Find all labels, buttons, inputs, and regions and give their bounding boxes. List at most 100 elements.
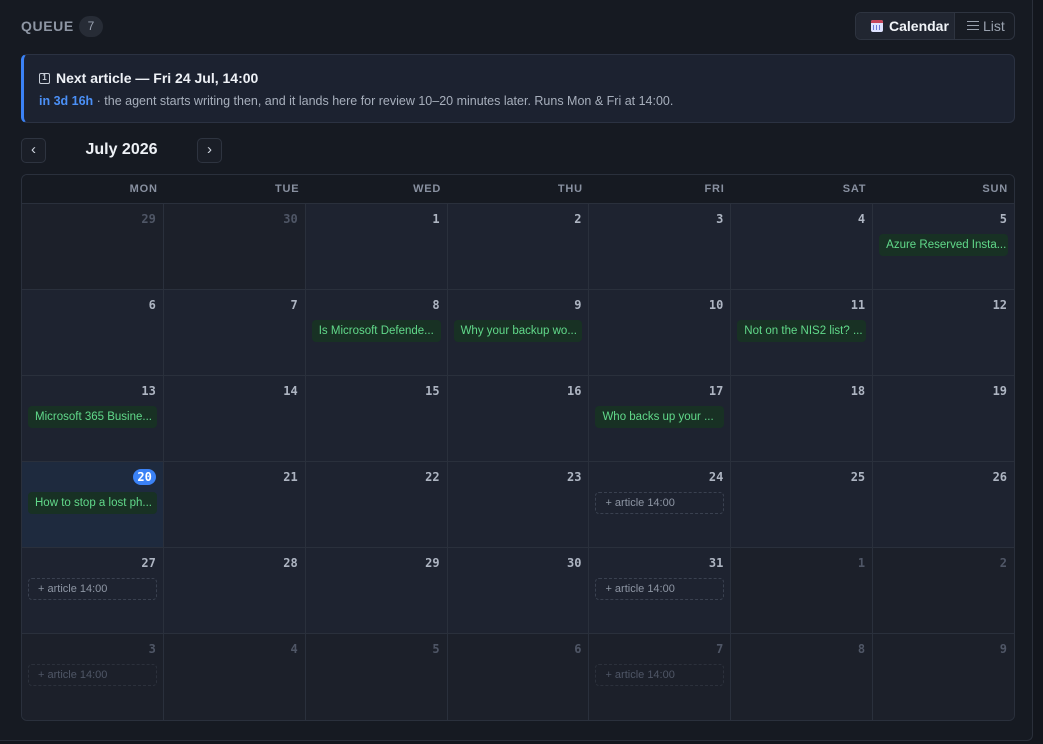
week-row: 3 + article 14:00 4 5 6 7 + article 14:00 8 9 <box>22 634 1014 720</box>
scheduled-article-chip[interactable]: Who backs up your ... <box>595 406 725 428</box>
day-cell[interactable]: 28 <box>163 548 306 633</box>
day-cell[interactable]: 30 <box>447 548 590 633</box>
day-number: 31 <box>708 556 724 570</box>
day-number: 15 <box>425 384 440 398</box>
day-number: 10 <box>708 298 724 312</box>
day-number: 2 <box>999 556 1008 570</box>
day-number: 29 <box>141 212 156 226</box>
queue-title: QUEUE <box>21 18 74 34</box>
day-cell[interactable]: 6 <box>447 634 590 720</box>
scheduled-article-chip[interactable]: Microsoft 365 Busine... <box>28 406 157 428</box>
day-cell[interactable]: 1 <box>305 204 448 289</box>
add-article-slot[interactable]: + article 14:00 <box>595 578 725 600</box>
day-cell[interactable]: 10 <box>589 290 732 375</box>
day-cell[interactable]: 17 Who backs up your ... <box>589 376 732 461</box>
day-cell[interactable]: 19 <box>873 376 1014 461</box>
day-number: 3 <box>148 642 156 656</box>
list-view-button[interactable]: List <box>955 13 1014 39</box>
day-cell[interactable]: 6 <box>22 290 164 375</box>
day-cell[interactable]: 29 <box>22 204 164 289</box>
day-number: 21 <box>283 470 298 484</box>
day-cell[interactable]: 14 <box>163 376 306 461</box>
next-month-button[interactable]: › <box>197 138 222 163</box>
day-cell[interactable]: 8 <box>731 634 874 720</box>
day-cell[interactable]: 18 <box>731 376 874 461</box>
day-cell[interactable]: 4 <box>163 634 306 720</box>
day-cell[interactable]: 21 <box>163 462 306 547</box>
list-view-label: List <box>983 18 1005 34</box>
day-cell[interactable]: 1 <box>731 548 874 633</box>
list-icon <box>967 21 979 31</box>
day-number: 20 <box>133 469 156 485</box>
queue-count-badge: 7 <box>79 16 103 37</box>
weekday-tue: TUE <box>275 183 300 195</box>
day-cell[interactable]: 7 + article 14:00 <box>589 634 732 720</box>
week-row: 29 30 1 2 3 4 5 Azure Reserved Insta... <box>22 204 1014 290</box>
day-number: 2 <box>574 212 582 226</box>
day-number: 18 <box>850 384 866 398</box>
day-number: 7 <box>716 642 724 656</box>
banner-description: · the agent starts writing then, and it … <box>93 94 674 108</box>
day-cell[interactable]: 2 <box>873 548 1014 633</box>
day-cell[interactable]: 5 Azure Reserved Insta... <box>873 204 1014 289</box>
day-cell[interactable]: 23 <box>447 462 590 547</box>
calendar-icon <box>871 20 883 32</box>
week-row: 13 Microsoft 365 Busine... 14 15 16 17 Who bac… <box>22 376 1014 462</box>
day-cell[interactable]: 25 <box>731 462 874 547</box>
day-number: 5 <box>432 642 440 656</box>
day-cell[interactable]: 4 <box>731 204 874 289</box>
day-number: 30 <box>566 556 582 570</box>
day-number: 28 <box>283 556 298 570</box>
day-cell[interactable]: 15 <box>305 376 448 461</box>
day-cell[interactable]: 27 + article 14:00 <box>22 548 164 633</box>
add-article-slot[interactable]: + article 14:00 <box>28 578 157 600</box>
day-cell[interactable]: 31 + article 14:00 <box>589 548 732 633</box>
month-label: July 2026 <box>85 141 158 158</box>
day-cell[interactable]: 24 + article 14:00 <box>589 462 732 547</box>
countdown: in 3d 16h <box>39 94 94 108</box>
day-number: 24 <box>708 470 724 484</box>
day-cell[interactable]: 30 <box>163 204 306 289</box>
scheduled-article-chip[interactable]: Is Microsoft Defende... <box>311 320 441 342</box>
day-number: 29 <box>425 556 440 570</box>
day-cell[interactable]: 9 <box>873 634 1014 720</box>
add-article-slot[interactable]: + article 14:00 <box>595 664 725 686</box>
scheduled-article-chip[interactable]: Not on the NIS2 list? ... <box>737 320 867 342</box>
week-row: 6 7 8 Is Microsoft Defende... 9 Why your back… <box>22 290 1014 376</box>
day-cell[interactable]: 9 Why your backup wo... <box>447 290 590 375</box>
day-number: 5 <box>999 212 1008 226</box>
day-cell[interactable]: 3 + article 14:00 <box>22 634 164 720</box>
prev-month-button[interactable]: ‹ <box>21 138 46 163</box>
day-cell[interactable]: 7 <box>163 290 306 375</box>
number-one-icon: 1 <box>39 72 50 84</box>
day-number: 14 <box>283 384 298 398</box>
day-cell[interactable]: 11 Not on the NIS2 list? ... <box>731 290 874 375</box>
day-cell[interactable]: 29 <box>305 548 448 633</box>
calendar-view-button[interactable]: Calendar <box>856 13 955 39</box>
scheduled-article-chip[interactable]: Azure Reserved Insta... <box>879 234 1009 256</box>
day-number: 12 <box>992 298 1008 312</box>
add-article-slot[interactable]: + article 14:00 <box>595 492 725 514</box>
weekday-sat: SAT <box>842 183 867 195</box>
scheduled-article-chip[interactable]: Why your backup wo... <box>453 320 583 342</box>
day-cell[interactable]: 3 <box>589 204 732 289</box>
day-cell[interactable]: 13 Microsoft 365 Busine... <box>22 376 164 461</box>
day-cell[interactable]: 8 Is Microsoft Defende... <box>305 290 448 375</box>
day-number: 23 <box>566 470 582 484</box>
day-cell-today[interactable]: 20 How to stop a lost ph... <box>22 462 164 547</box>
day-number: 19 <box>992 384 1008 398</box>
day-number: 9 <box>999 642 1008 656</box>
day-number: 4 <box>290 642 298 656</box>
day-cell[interactable]: 2 <box>447 204 590 289</box>
day-cell[interactable]: 16 <box>447 376 590 461</box>
day-cell[interactable]: 5 <box>305 634 448 720</box>
calendar-weeks: 29 30 1 2 3 4 5 Azure Reserved Insta... 6 7 8 Is Mi… <box>22 204 1014 720</box>
view-toggle: Calendar List <box>855 12 1015 40</box>
week-row: 20 How to stop a lost ph... 21 22 23 24 + arti… <box>22 462 1014 548</box>
add-article-slot[interactable]: + article 14:00 <box>28 664 157 686</box>
day-cell[interactable]: 12 <box>873 290 1014 375</box>
day-cell[interactable]: 22 <box>305 462 448 547</box>
scheduled-article-chip[interactable]: How to stop a lost ph... <box>28 492 157 514</box>
day-cell[interactable]: 26 <box>873 462 1014 547</box>
weekday-mon: MON <box>129 183 158 195</box>
